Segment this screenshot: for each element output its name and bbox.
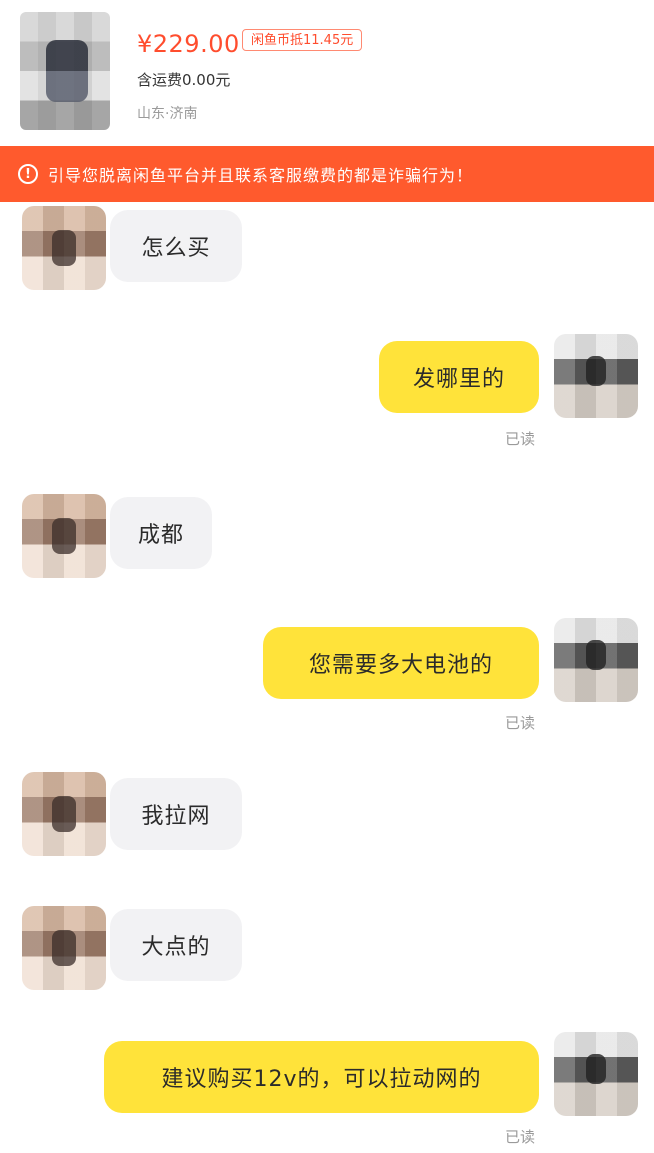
message-bubble[interactable]: 您需要多大电池的 [263,627,539,699]
seller-avatar[interactable] [554,334,638,418]
chat-area[interactable]: 怎么买 发哪里的 已读 成都 您需要多大电池的 已读 我拉网 大点的 建议购买1… [0,202,654,1153]
message-text: 您需要多大电池的 [308,653,493,678]
message-text: 我拉网 [141,804,211,829]
buyer-avatar[interactable] [22,206,106,290]
location: 山东·济南 [137,106,198,122]
message-text: 成都 [137,523,184,548]
buyer-avatar[interactable] [22,772,106,856]
message-text: 发哪里的 [412,367,505,392]
buyer-avatar[interactable] [22,906,106,990]
message-bubble[interactable]: 建议购买12v的，可以拉动网的 [104,1041,539,1113]
warning-text: 引导您脱离闲鱼平台并且联系客服缴费的都是诈骗行为！ [48,166,474,185]
coin-discount-badge: 闲鱼币抵11.45元 [242,29,363,51]
message-text: 大点的 [141,935,211,960]
warning-icon: ! [18,164,38,184]
message-bubble[interactable]: 发哪里的 [379,341,539,413]
message-bubble[interactable]: 我拉网 [110,778,242,850]
read-status: 已读 [505,430,536,448]
shipping-fee: 含运费0.00元 [137,71,231,89]
message-bubble[interactable]: 成都 [110,497,212,569]
seller-avatar[interactable] [554,1032,638,1116]
product-header: ¥229.00 闲鱼币抵11.45元 含运费0.00元 山东·济南 [0,0,654,146]
message-bubble[interactable]: 怎么买 [110,210,242,282]
read-status: 已读 [505,714,536,732]
message-bubble[interactable]: 大点的 [110,909,242,981]
seller-avatar[interactable] [554,618,638,702]
product-thumbnail[interactable] [20,12,110,130]
message-text: 建议购买12v的，可以拉动网的 [161,1067,482,1092]
price: ¥229.00 [137,30,240,58]
message-text: 怎么买 [141,236,211,261]
read-status: 已读 [505,1128,536,1146]
fraud-warning-banner: ! 引导您脱离闲鱼平台并且联系客服缴费的都是诈骗行为！ [0,146,654,202]
buyer-avatar[interactable] [22,494,106,578]
